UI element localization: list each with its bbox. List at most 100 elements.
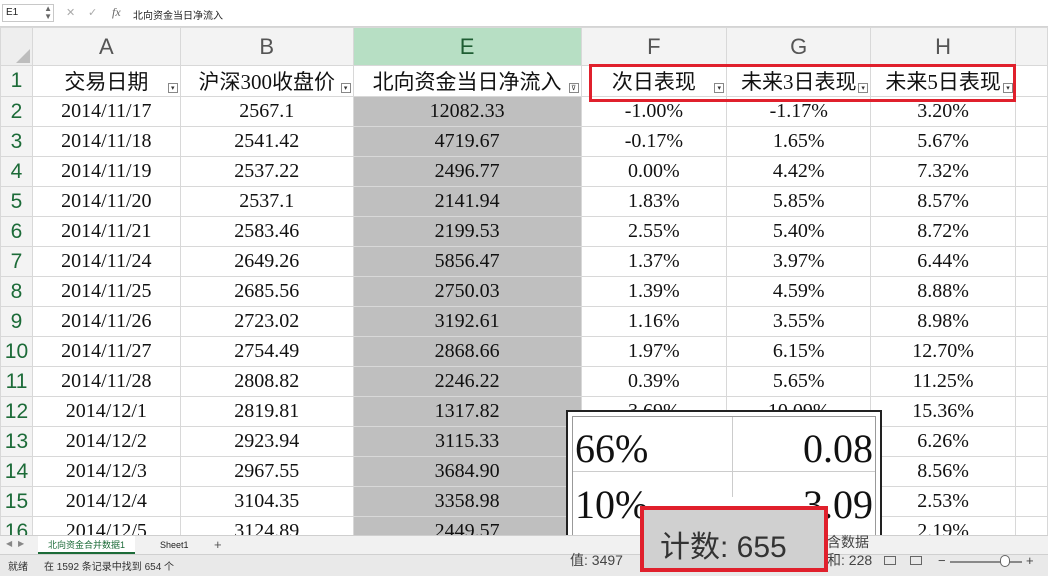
table-cell[interactable]: 1.16% [580, 306, 728, 337]
row-header[interactable]: 7 [0, 246, 33, 277]
table-cell[interactable]: 2.53% [870, 486, 1017, 517]
table-cell[interactable]: 2014/11/17 [31, 96, 181, 127]
table-cell[interactable]: 11.25% [870, 366, 1017, 397]
filter-dropdown-icon[interactable]: ▾ [167, 83, 178, 93]
table-cell[interactable]: 4.59% [726, 276, 872, 307]
page-layout-icon[interactable] [910, 556, 922, 565]
table-cell[interactable]: 2014/12/1 [31, 396, 181, 427]
empty-cell[interactable] [1015, 126, 1048, 157]
table-cell[interactable]: 2014/11/21 [31, 216, 181, 247]
table-cell[interactable]: 2014/11/19 [31, 156, 181, 187]
table-cell[interactable]: 1.37% [580, 246, 728, 277]
sheet-tab-sheet1[interactable]: Sheet1 [150, 536, 199, 554]
row-header[interactable]: 14 [0, 456, 33, 487]
table-cell[interactable]: 1.83% [580, 186, 728, 217]
table-cell[interactable]: 2685.56 [179, 276, 354, 307]
column-header-empty[interactable] [1015, 27, 1048, 66]
table-cell[interactable]: 3192.61 [352, 306, 582, 337]
table-cell[interactable]: 2583.46 [179, 216, 354, 247]
row-header[interactable]: 1 [0, 65, 33, 97]
table-cell[interactable]: 2649.26 [179, 246, 354, 277]
table-cell[interactable]: 2199.53 [352, 216, 582, 247]
table-cell[interactable]: 0.39% [580, 366, 728, 397]
empty-cell[interactable] [1015, 246, 1048, 277]
name-box[interactable]: E1 ▲ ▼ [2, 4, 54, 22]
table-cell[interactable]: 3684.90 [352, 456, 582, 487]
table-cell[interactable]: 2723.02 [179, 306, 354, 337]
table-cell[interactable]: 2750.03 [352, 276, 582, 307]
table-cell[interactable]: 2.19% [870, 516, 1017, 535]
table-cell[interactable]: 2541.42 [179, 126, 354, 157]
row-header[interactable]: 15 [0, 486, 33, 517]
empty-cell[interactable] [1015, 276, 1048, 307]
row-header[interactable]: 3 [0, 126, 33, 157]
table-cell[interactable]: 15.36% [870, 396, 1017, 427]
empty-cell[interactable] [1015, 426, 1048, 457]
table-cell[interactable]: 2449.57 [352, 516, 582, 535]
table-cell[interactable]: 3.97% [726, 246, 872, 277]
normal-view-icon[interactable] [884, 556, 896, 565]
table-cell[interactable]: 4719.67 [352, 126, 582, 157]
empty-cell[interactable] [1015, 336, 1048, 367]
row-header[interactable]: 2 [0, 96, 33, 127]
table-cell[interactable]: 2754.49 [179, 336, 354, 367]
row-header[interactable]: 5 [0, 186, 33, 217]
table-cell[interactable]: 2537.22 [179, 156, 354, 187]
table-cell[interactable]: 7.32% [870, 156, 1017, 187]
table-cell[interactable]: 12082.33 [352, 96, 582, 127]
table-cell[interactable]: 2014/12/3 [31, 456, 181, 487]
table-cell[interactable]: 2967.55 [179, 456, 354, 487]
row-header[interactable]: 4 [0, 156, 33, 187]
sheet-tab-northbound-merged[interactable]: 北向资金合并数据1 [38, 536, 136, 554]
table-cell[interactable]: 3104.35 [179, 486, 354, 517]
table-cell[interactable]: 2014/12/4 [31, 486, 181, 517]
table-cell[interactable]: 3358.98 [352, 486, 582, 517]
table-cell[interactable]: 2014/11/27 [31, 336, 181, 367]
table-cell[interactable]: 5.67% [870, 126, 1017, 157]
column-header-f[interactable]: F [580, 27, 728, 66]
name-box-dropdown-icon[interactable]: ▲ ▼ [44, 5, 52, 21]
column-header-b[interactable]: B [179, 27, 354, 66]
table-cell[interactable]: 2141.94 [352, 186, 582, 217]
row-header[interactable]: 6 [0, 216, 33, 247]
table-cell[interactable]: 5.40% [726, 216, 872, 247]
empty-cell[interactable] [1015, 366, 1048, 397]
column-header-g[interactable]: G [726, 27, 872, 66]
table-cell[interactable]: 2923.94 [179, 426, 354, 457]
filter-dropdown-icon[interactable]: ▾ [340, 83, 351, 93]
table-cell[interactable]: 5.85% [726, 186, 872, 217]
table-cell[interactable]: 3115.33 [352, 426, 582, 457]
empty-cell[interactable] [1015, 396, 1048, 427]
table-cell[interactable]: 2014/11/20 [31, 186, 181, 217]
table-cell[interactable]: 2868.66 [352, 336, 582, 367]
next-sheet-icon[interactable]: ▶ [18, 539, 24, 548]
zoom-out-button[interactable]: − [938, 553, 946, 568]
row-header[interactable]: 9 [0, 306, 33, 337]
empty-cell[interactable] [1015, 456, 1048, 487]
table-cell[interactable]: 3124.89 [179, 516, 354, 535]
header-cell-trade-date[interactable]: 交易日期 ▾ [31, 65, 181, 97]
row-header[interactable]: 16 [0, 516, 33, 535]
table-cell[interactable]: -0.17% [580, 126, 728, 157]
table-cell[interactable]: 2496.77 [352, 156, 582, 187]
row-header[interactable]: 8 [0, 276, 33, 307]
formula-input[interactable]: 北向资金当日净流入 [133, 7, 223, 22]
filter-active-icon[interactable]: ⊽ [568, 83, 579, 93]
empty-cell[interactable] [1015, 156, 1048, 187]
empty-cell[interactable] [1015, 65, 1048, 97]
table-cell[interactable]: 8.57% [870, 186, 1017, 217]
zoom-in-button[interactable]: + [1026, 553, 1034, 568]
table-cell[interactable]: 6.44% [870, 246, 1017, 277]
row-header[interactable]: 11 [0, 366, 33, 397]
empty-cell[interactable] [1015, 186, 1048, 217]
table-cell[interactable]: 1.97% [580, 336, 728, 367]
table-cell[interactable]: 2537.1 [179, 186, 354, 217]
empty-cell[interactable] [1015, 486, 1048, 517]
table-cell[interactable]: 2014/11/28 [31, 366, 181, 397]
insert-function-icon[interactable]: fx [112, 5, 121, 20]
empty-cell[interactable] [1015, 216, 1048, 247]
table-cell[interactable]: 8.56% [870, 456, 1017, 487]
column-header-h[interactable]: H [870, 27, 1017, 66]
table-cell[interactable]: 2014/11/25 [31, 276, 181, 307]
row-header[interactable]: 13 [0, 426, 33, 457]
